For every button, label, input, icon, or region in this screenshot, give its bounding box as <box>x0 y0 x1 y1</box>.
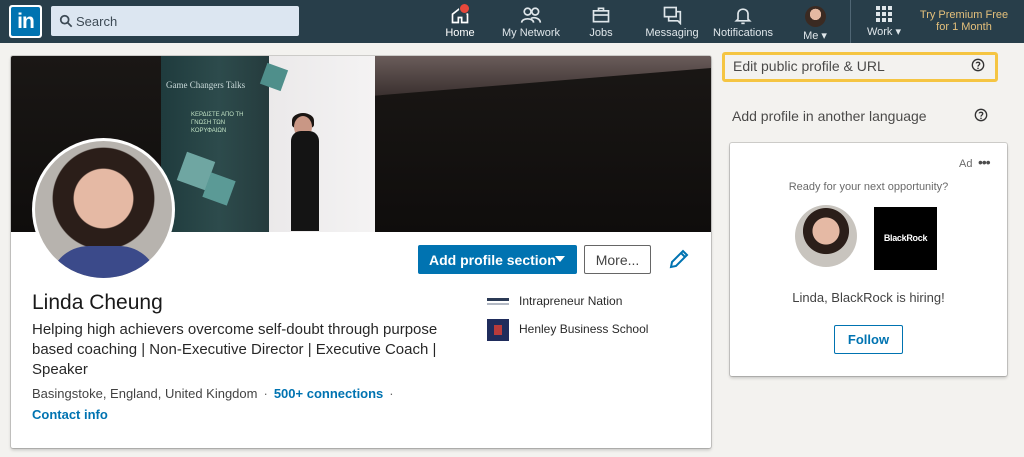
company-logo <box>487 297 509 306</box>
nav-work-label: Work ▾ <box>866 26 902 38</box>
search-box[interactable] <box>51 6 299 36</box>
nav-jobs-label: Jobs <box>589 27 613 39</box>
follow-button[interactable]: Follow <box>834 325 903 354</box>
nav-my-network[interactable]: My Network <box>500 2 562 42</box>
profile-photo-shirt <box>49 246 159 278</box>
separator-dot: · <box>263 386 268 401</box>
profile-headline: Helping high achievers overcome self-dou… <box>32 321 438 378</box>
company-item[interactable]: Intrapreneur Nation <box>487 294 622 308</box>
network-icon <box>520 7 542 23</box>
chevron-down-icon: ▾ <box>895 26 902 38</box>
caret-down-icon <box>555 256 565 262</box>
messaging-icon <box>663 6 682 25</box>
add-profile-section-label: Add profile section <box>429 251 556 268</box>
nav-me[interactable]: Me ▾ <box>795 2 835 42</box>
premium-line-2: for 1 Month <box>936 21 992 33</box>
chevron-down-icon: ▾ <box>821 30 827 42</box>
nav-divider <box>850 0 851 43</box>
nav-home-label: Home <box>445 27 475 39</box>
banner-ceiling <box>371 56 711 96</box>
briefcase-icon <box>592 7 610 23</box>
help-icon[interactable] <box>971 58 985 72</box>
search-icon <box>59 14 73 28</box>
separator-dot: · <box>389 386 394 401</box>
nav-my-network-label: My Network <box>501 27 561 39</box>
ad-menu-icon[interactable]: ••• <box>978 154 991 170</box>
nav-messaging-label: Messaging <box>645 27 699 39</box>
nav-work[interactable]: Work ▾ <box>860 2 908 42</box>
me-avatar <box>804 6 826 27</box>
profile-meta: Basingstoke, England, United Kingdom · 500… <box>32 386 400 401</box>
try-premium-link[interactable]: Try Premium Free for 1 Month <box>916 9 1012 33</box>
ad-user-avatar <box>795 205 857 267</box>
profile-photo-image <box>35 141 172 278</box>
premium-line-1: Try Premium Free <box>919 9 1009 21</box>
nav-home[interactable]: Home <box>440 2 480 42</box>
ad-label: Ad <box>959 158 973 170</box>
banner-greek-text: ΚΕΡΔΙΣΤΕ ΑΠΟ ΤΗ ΓΝΩΣΗ ΤΩΝ ΚΟΡΥΦΑΙΩΝ <box>191 112 244 134</box>
more-button[interactable]: More... <box>584 245 651 274</box>
nav-notifications[interactable]: Notifications <box>711 2 775 42</box>
nav-jobs[interactable]: Jobs <box>581 2 621 42</box>
company-item[interactable]: Henley Business School <box>487 319 648 341</box>
search-input[interactable] <box>75 6 290 36</box>
top-nav: in Home My Network Jobs <box>0 0 1024 43</box>
ad-tagline: Ready for your next opportunity? <box>788 181 949 193</box>
help-icon[interactable] <box>974 108 988 122</box>
connections-link[interactable]: 500+ connections <box>274 386 383 401</box>
contact-info-link[interactable]: Contact info <box>32 407 108 422</box>
grid-icon <box>876 6 892 22</box>
logo-text: in <box>11 7 40 36</box>
ad-hiring-text: Linda, BlackRock is hiring! <box>792 290 945 305</box>
nav-messaging[interactable]: Messaging <box>645 2 699 42</box>
add-profile-language-label: Add profile in another language <box>732 108 927 124</box>
notification-badge <box>459 3 470 14</box>
linkedin-logo[interactable]: in <box>9 5 42 38</box>
ad-brand-logo[interactable]: BlackRock <box>874 207 937 270</box>
profile-name: Linda Cheung <box>32 291 163 314</box>
speaker-body <box>291 131 319 231</box>
nav-me-label: Me ▾ <box>803 30 827 42</box>
company-name: Intrapreneur Nation <box>519 294 623 308</box>
bell-icon <box>734 8 752 25</box>
company-name: Henley Business School <box>519 322 649 337</box>
school-logo <box>487 319 509 341</box>
profile-location: Basingstoke, England, United Kingdom <box>32 386 258 401</box>
add-profile-language-link[interactable]: Add profile in another language <box>722 102 998 132</box>
edit-public-profile-link[interactable]: Edit public profile & URL <box>722 52 998 82</box>
add-profile-section-button[interactable]: Add profile section <box>418 245 577 274</box>
profile-card: Game Changers Talks ΚΕΡΔΙΣΤΕ ΑΠΟ ΤΗ ΓΝΩΣ… <box>11 56 711 448</box>
banner-event-title: Game Changers Talks <box>166 80 246 90</box>
pencil-icon[interactable] <box>667 247 691 271</box>
nav-notifications-label: Notifications <box>713 27 773 39</box>
banner-screen <box>269 56 375 232</box>
edit-public-profile-label: Edit public profile & URL <box>733 58 885 74</box>
profile-photo[interactable] <box>32 138 175 281</box>
ad-card: Ad ••• Ready for your next opportunity? … <box>730 143 1007 376</box>
